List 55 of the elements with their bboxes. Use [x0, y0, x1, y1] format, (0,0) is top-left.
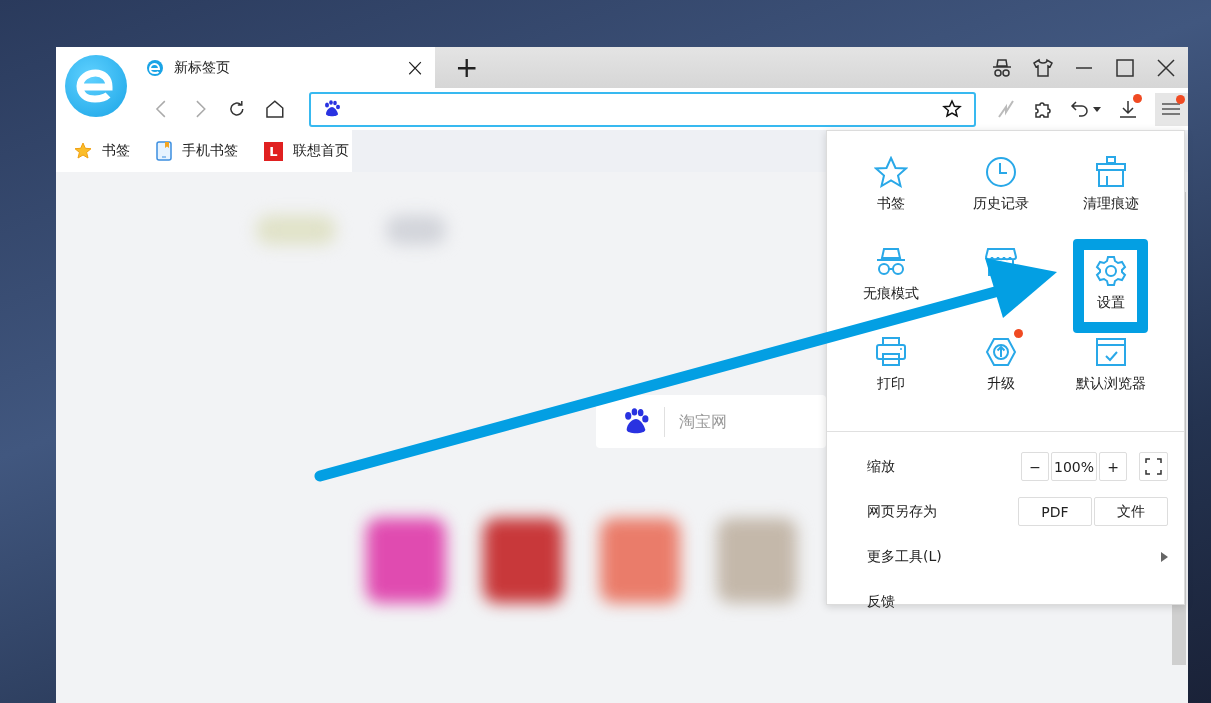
fullscreen-button[interactable] — [1139, 452, 1168, 481]
search-bar[interactable]: 淘宝网 — [596, 395, 826, 448]
shirt-icon[interactable] — [1033, 57, 1053, 78]
bookmark-item[interactable]: L 联想首页 — [264, 141, 349, 161]
paw-icon — [622, 407, 650, 436]
new-tab-button[interactable]: + — [451, 51, 483, 84]
printer-icon — [875, 337, 907, 367]
puzzle-icon[interactable] — [1032, 99, 1053, 119]
menu-label: 网页另存为 — [867, 502, 938, 521]
zoom-in-button[interactable]: + — [1099, 452, 1127, 481]
caret-icon[interactable] — [1092, 106, 1101, 112]
browser-logo-icon — [146, 58, 164, 77]
menu-item[interactable]: 无痕模式 — [836, 241, 946, 331]
more-tools-item[interactable]: 更多工具(L) — [827, 534, 1184, 579]
close-tab-button[interactable]: × — [394, 53, 435, 82]
menu-item[interactable]: 设置 — [1073, 239, 1148, 333]
phone-icon — [156, 141, 172, 161]
incognito-icon[interactable] — [992, 57, 1012, 78]
submenu-arrow-icon — [1161, 551, 1168, 562]
menu-item[interactable]: 书签 — [836, 151, 946, 241]
bookmark-label: 手机书签 — [182, 142, 238, 160]
incognito-icon — [875, 247, 907, 277]
upgrade-icon — [985, 337, 1017, 367]
save-as-button[interactable]: 文件 — [1094, 497, 1168, 526]
bookmark-item[interactable]: 书签 — [74, 142, 130, 160]
home-icon[interactable] — [265, 99, 285, 119]
bookmark-item[interactable]: 手机书签 — [156, 141, 238, 161]
menu-item[interactable]: 历史记录 — [946, 151, 1056, 241]
fullscreen-icon — [1145, 458, 1162, 475]
star-icon — [74, 142, 92, 160]
maximize-icon[interactable] — [1115, 57, 1135, 78]
menu-item[interactable]: 升级 — [946, 331, 1056, 421]
bookmark-label: 联想首页 — [293, 142, 349, 160]
paw-icon — [322, 100, 341, 118]
bookmark-label: 书签 — [102, 142, 130, 160]
clock-icon — [985, 156, 1017, 188]
menu-item[interactable]: 清理痕迹 — [1056, 151, 1166, 241]
menu-icon — [1161, 101, 1182, 117]
feedback-item[interactable]: 反馈 — [867, 592, 1168, 611]
menu-item[interactable]: 打印 — [836, 331, 946, 421]
zoom-value: 100% — [1051, 452, 1097, 481]
star-icon — [874, 156, 908, 188]
undo-icon[interactable] — [1069, 99, 1090, 119]
menu-button[interactable] — [1154, 92, 1188, 126]
save-as-button[interactable]: PDF — [1018, 497, 1092, 526]
menu-label: 缩放 — [867, 457, 896, 476]
menu-item[interactable]: 默认浏览器 — [1056, 331, 1166, 421]
download-icon[interactable] — [1117, 99, 1138, 119]
close-icon[interactable] — [1156, 57, 1176, 78]
bookmark-star-icon[interactable] — [941, 99, 962, 119]
zoom-out-button[interactable]: − — [1021, 452, 1049, 481]
lenovo-logo: L — [264, 141, 283, 161]
cleaner-icon — [1095, 156, 1127, 188]
settings-icon — [1094, 255, 1127, 287]
browser-window-icon — [1095, 337, 1127, 367]
